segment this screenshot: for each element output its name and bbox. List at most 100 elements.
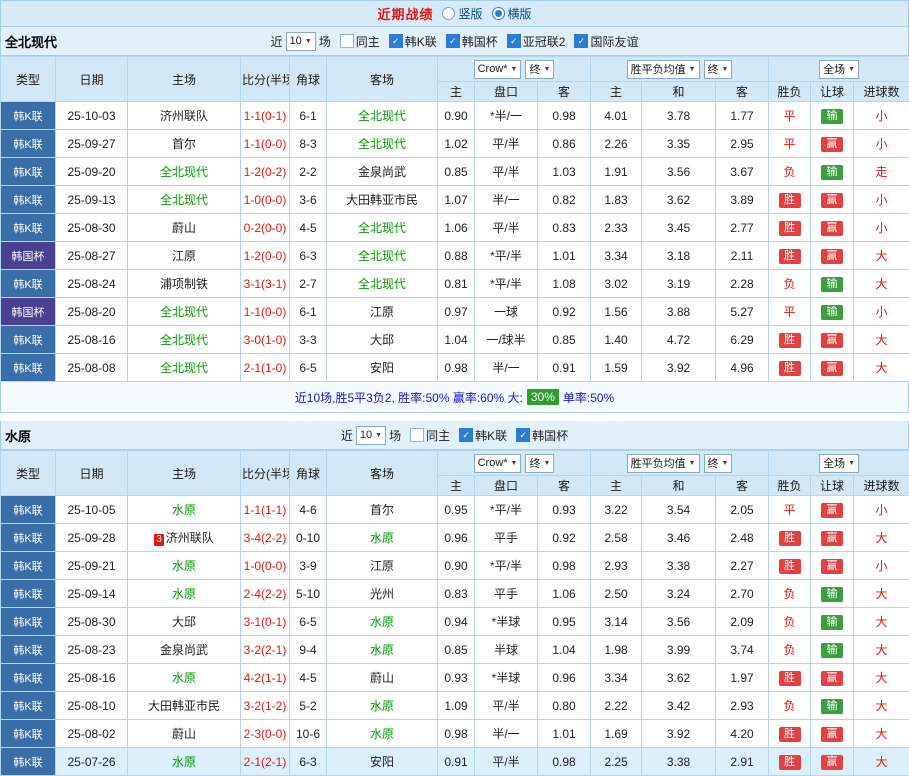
corners-cell: 9-4 xyxy=(290,636,327,664)
euro-away-odds-cell: 2.95 xyxy=(716,130,769,158)
filter-option[interactable]: ✓韩国杯 xyxy=(516,427,568,444)
score-cell: 1-1(0-1) xyxy=(241,102,290,130)
sub-column-header: 胜负 xyxy=(769,476,811,496)
asian-odds-time-select-value: 终 xyxy=(529,455,540,471)
date-cell: 25-07-26 xyxy=(56,748,128,776)
match-row: 韩K联25-10-03济州联队1-1(0-1)6-1全北现代0.90*半/一0.… xyxy=(1,102,909,130)
euro-home-odds-cell: 3.34 xyxy=(591,664,642,692)
euro-draw-odds-cell: 3.42 xyxy=(642,692,716,720)
euro-odds-source-select[interactable]: 胜平负均值▼ xyxy=(627,454,700,473)
win-badge: 胜 xyxy=(779,755,801,770)
away-team-name: 安阳 xyxy=(370,361,394,375)
euro-away-odds-cell: 2.48 xyxy=(716,524,769,552)
euro-draw-odds-cell: 3.38 xyxy=(642,552,716,580)
chevron-down-icon: ▼ xyxy=(543,66,550,73)
euro-draw-odds-cell: 4.72 xyxy=(642,326,716,354)
layout-option-horizontal[interactable]: 横版 xyxy=(492,5,532,22)
cover-lose-badge: 输 xyxy=(821,699,843,714)
vertical-radio-icon[interactable] xyxy=(442,7,455,20)
euro-odds-time-select[interactable]: 终▼ xyxy=(704,60,733,79)
scope-select[interactable]: 全场▼ xyxy=(819,454,859,473)
filter-option[interactable]: 同主 xyxy=(410,427,450,444)
filter-option-label: 韩K联 xyxy=(405,33,437,50)
corners-cell: 10-6 xyxy=(290,720,327,748)
filter-option[interactable]: ✓国际友谊 xyxy=(574,33,638,50)
euro-draw-odds-cell: 3.19 xyxy=(642,270,716,298)
result-cell: 平 xyxy=(769,130,811,158)
filter-option[interactable]: ✓亚冠联2 xyxy=(507,33,566,50)
checkbox-icon[interactable]: ✓ xyxy=(446,34,460,48)
layout-option-vertical[interactable]: 竖版 xyxy=(442,5,482,22)
euro-odds-header: 胜平负均值▼终▼ xyxy=(591,57,769,82)
league-type-cell: 韩K联 xyxy=(1,608,56,636)
cover-lose-badge: 输 xyxy=(821,305,843,320)
handicap-cell: 半/一 xyxy=(475,354,538,382)
euro-draw-odds-cell: 3.62 xyxy=(642,186,716,214)
goals-result-cell: 大 xyxy=(854,242,909,270)
asian-home-odds-cell: 0.85 xyxy=(438,158,475,186)
filter-option[interactable]: ✓韩K联 xyxy=(389,33,437,50)
euro-home-odds-cell: 2.93 xyxy=(591,552,642,580)
away-team-cell: 江原 xyxy=(327,552,438,580)
away-team-cell: 水原 xyxy=(327,636,438,664)
checkbox-icon[interactable]: ✓ xyxy=(389,34,403,48)
checkbox-icon[interactable]: ✓ xyxy=(507,34,521,48)
handicap-cell: 平手 xyxy=(475,580,538,608)
date-cell: 25-08-02 xyxy=(56,720,128,748)
home-team-cell: 江原 xyxy=(128,242,241,270)
filter-option[interactable]: 同主 xyxy=(340,33,380,50)
result-cell: 负 xyxy=(769,580,811,608)
handicap-result-cell: 输 xyxy=(811,158,854,186)
euro-odds-source-select[interactable]: 胜平负均值▼ xyxy=(627,60,700,79)
euro-away-odds-cell: 2.09 xyxy=(716,608,769,636)
checkbox-icon[interactable]: ✓ xyxy=(574,34,588,48)
away-team-cell: 蔚山 xyxy=(327,664,438,692)
euro-odds-time-select[interactable]: 终▼ xyxy=(704,454,733,473)
checkbox-icon[interactable] xyxy=(340,34,354,48)
sub-column-header: 进球数 xyxy=(854,476,909,496)
filter-option[interactable]: ✓韩K联 xyxy=(459,427,507,444)
filter-option[interactable]: ✓韩国杯 xyxy=(446,33,498,50)
chevron-down-icon: ▼ xyxy=(543,460,550,467)
match-count-select[interactable]: 10▼ xyxy=(286,32,316,51)
handicap-cell: 一球 xyxy=(475,298,538,326)
checkbox-icon[interactable]: ✓ xyxy=(459,428,473,442)
chevron-down-icon: ▼ xyxy=(722,66,729,73)
asian-odds-time-select[interactable]: 终▼ xyxy=(525,60,554,79)
home-team-cell: 水原 xyxy=(128,748,241,776)
goals-result-cell: 大 xyxy=(854,720,909,748)
away-team-cell: 全北现代 xyxy=(327,102,438,130)
results-header: 全场▼ xyxy=(769,451,909,476)
euro-home-odds-cell: 2.58 xyxy=(591,524,642,552)
checkbox-icon[interactable] xyxy=(410,428,424,442)
checkbox-icon[interactable]: ✓ xyxy=(516,428,530,442)
handicap-result-cell: 输 xyxy=(811,102,854,130)
sub-column-header: 主 xyxy=(438,82,475,102)
team-section: 全北现代近10▼场同主✓韩K联✓韩国杯✓亚冠联2✓国际友谊类型日期主场比分(半场… xyxy=(0,27,909,413)
league-type-cell: 韩K联 xyxy=(1,580,56,608)
handicap-cell: 平/半 xyxy=(475,214,538,242)
home-team-cell: 首尔 xyxy=(128,130,241,158)
asian-odds-source-select[interactable]: Crow*▼ xyxy=(474,454,522,473)
column-header: 角球 xyxy=(290,451,327,496)
asian-odds-time-select[interactable]: 终▼ xyxy=(525,454,554,473)
score-cell: 1-1(1-1) xyxy=(241,496,290,524)
result-text: 平 xyxy=(784,503,796,517)
horizontal-radio-icon[interactable] xyxy=(492,7,505,20)
corners-cell: 6-5 xyxy=(290,354,327,382)
over-under-text: 大 xyxy=(876,587,888,601)
result-text: 平 xyxy=(784,305,796,319)
scope-select[interactable]: 全场▼ xyxy=(819,60,859,79)
match-count-select[interactable]: 10▼ xyxy=(356,426,386,445)
result-text: 负 xyxy=(784,643,796,657)
euro-away-odds-cell: 3.67 xyxy=(716,158,769,186)
red-card-badge: 3 xyxy=(154,534,164,546)
asian-away-odds-cell: 0.96 xyxy=(538,664,591,692)
filter-option-label: 同主 xyxy=(356,33,380,50)
win-badge: 胜 xyxy=(779,193,801,208)
home-team-name: 济州联队 xyxy=(166,531,214,545)
section-header-bar: 全北现代近10▼场同主✓韩K联✓韩国杯✓亚冠联2✓国际友谊 xyxy=(0,27,909,56)
asian-home-odds-cell: 0.88 xyxy=(438,242,475,270)
asian-odds-source-select[interactable]: Crow*▼ xyxy=(474,60,522,79)
select-group: 全场▼ xyxy=(770,454,908,473)
